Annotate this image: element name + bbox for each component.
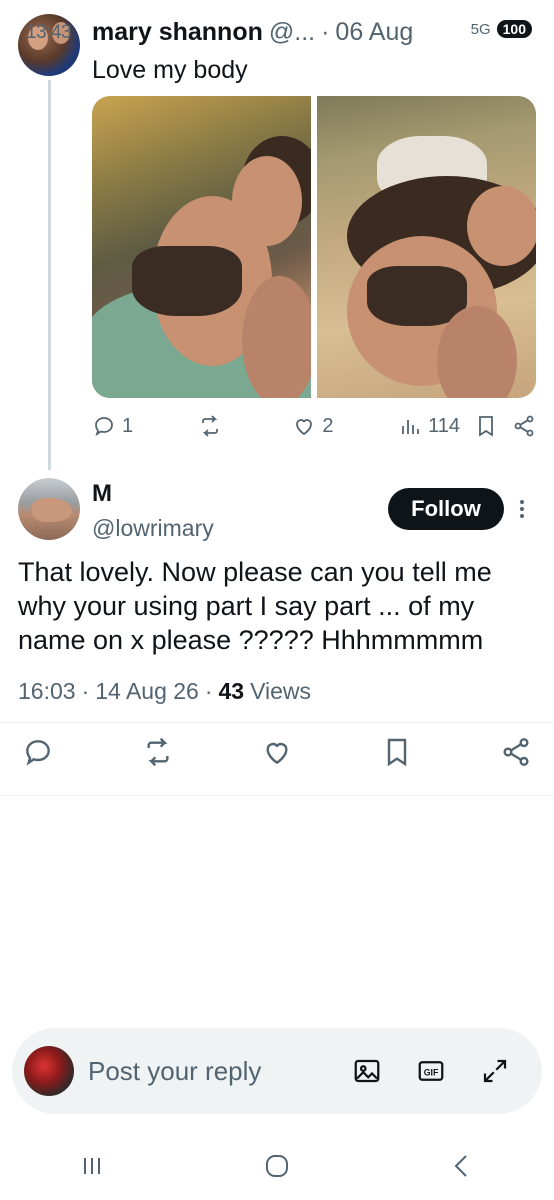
reply-date: 14 Aug 26 bbox=[95, 678, 199, 704]
home-icon[interactable] bbox=[261, 1150, 293, 1182]
reply-icon[interactable] bbox=[22, 736, 54, 768]
parent-action-bar: 1 2 114 bbox=[92, 414, 536, 438]
parent-author-handle[interactable]: @... bbox=[269, 18, 315, 47]
parent-tweet-text: Love my body bbox=[92, 56, 248, 84]
share-icon[interactable] bbox=[512, 414, 536, 438]
parent-reply-count: 1 bbox=[122, 414, 134, 437]
divider bbox=[0, 795, 554, 796]
share-icon[interactable] bbox=[500, 736, 532, 768]
battery-indicator: 100 bbox=[496, 20, 532, 38]
reply-icon bbox=[95, 417, 113, 437]
reply-views-label: Views bbox=[250, 678, 312, 704]
more-options-icon[interactable] bbox=[514, 497, 530, 521]
reply-composer[interactable]: Post your reply GIF bbox=[12, 1028, 542, 1114]
reply-meta: 16:03 · 14 Aug 26 · 43 Views bbox=[18, 678, 311, 705]
reply-views-count[interactable]: 43 bbox=[219, 678, 245, 705]
composer-avatar bbox=[24, 1046, 74, 1096]
heart-icon[interactable] bbox=[261, 736, 293, 768]
expand-icon[interactable] bbox=[480, 1056, 510, 1086]
composer-tools: GIF bbox=[352, 1056, 510, 1086]
parent-like-button[interactable]: 2 bbox=[292, 414, 333, 438]
views-icon bbox=[402, 420, 419, 434]
reply-author-handle[interactable]: @lowrimary bbox=[92, 515, 214, 542]
repost-icon bbox=[201, 415, 218, 437]
status-icons: 5G 100 bbox=[471, 20, 532, 38]
media-photo-2[interactable] bbox=[317, 96, 536, 398]
reply-tweet-text: That lovely. Now please can you tell me … bbox=[18, 557, 492, 655]
parent-author-name[interactable]: mary shannon bbox=[92, 18, 263, 47]
follow-button[interactable]: Follow bbox=[388, 488, 504, 530]
parent-like-count: 2 bbox=[322, 414, 334, 437]
parent-repost-button[interactable] bbox=[198, 414, 228, 438]
back-icon[interactable] bbox=[446, 1150, 478, 1182]
reply-time: 16:03 bbox=[18, 678, 76, 704]
parent-reply-button[interactable]: 1 bbox=[92, 414, 133, 438]
reply-author-name[interactable]: M bbox=[92, 480, 112, 508]
repost-icon[interactable] bbox=[142, 736, 174, 768]
parent-media-grid bbox=[92, 96, 536, 398]
parent-views-button[interactable]: 114 bbox=[398, 414, 460, 438]
recent-apps-icon[interactable] bbox=[76, 1150, 108, 1182]
bookmark-icon[interactable] bbox=[474, 414, 498, 438]
parent-date[interactable]: 06 Aug bbox=[335, 18, 413, 47]
reply-author-avatar[interactable] bbox=[18, 478, 80, 540]
meta-dot-1: · bbox=[81, 678, 90, 704]
gif-icon[interactable]: GIF bbox=[416, 1056, 446, 1086]
reply-input[interactable]: Post your reply bbox=[88, 1056, 352, 1087]
parent-separator: · bbox=[321, 18, 330, 46]
thread-line bbox=[48, 80, 51, 470]
heart-icon bbox=[296, 419, 313, 436]
status-time: 13:43 bbox=[26, 22, 72, 43]
image-icon[interactable] bbox=[352, 1056, 382, 1086]
system-nav-bar bbox=[0, 1132, 554, 1200]
bookmark-icon[interactable] bbox=[381, 736, 413, 768]
network-indicator: 5G bbox=[470, 20, 491, 38]
parent-tweet-header: mary shannon @... · 06 Aug bbox=[92, 18, 413, 47]
reply-action-bar bbox=[22, 736, 532, 768]
parent-views-count: 114 bbox=[428, 414, 460, 437]
media-photo-1[interactable] bbox=[92, 96, 311, 398]
gif-label: GIF bbox=[424, 1067, 439, 1077]
meta-dot-2: · bbox=[204, 678, 213, 704]
divider bbox=[0, 722, 554, 723]
